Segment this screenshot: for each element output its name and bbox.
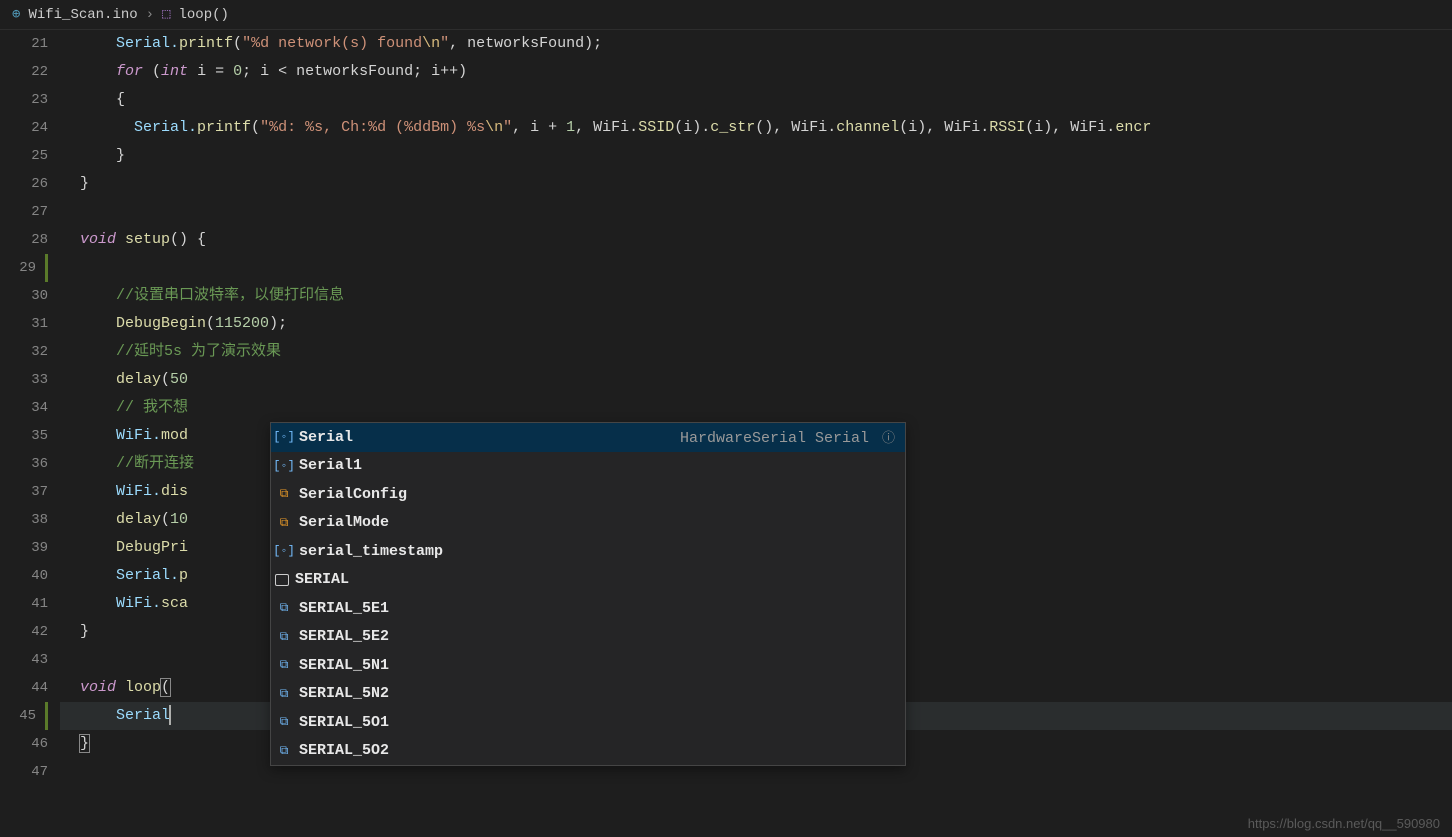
text-cursor bbox=[169, 705, 171, 725]
breadcrumb[interactable]: ⊕ Wifi_Scan.ino › ⬚ loop() bbox=[0, 0, 1452, 30]
suggest-label: SERIAL_5N2 bbox=[299, 685, 389, 702]
suggest-detail: HardwareSerial Serial ⓘ bbox=[680, 427, 901, 447]
line-number-gutter: 2122232425262728293031323334353637383940… bbox=[0, 30, 60, 786]
line-number: 35 bbox=[0, 422, 48, 450]
line-number: 39 bbox=[0, 534, 48, 562]
suggest-label: SERIAL_5O2 bbox=[299, 742, 389, 759]
line-number: 24 bbox=[0, 114, 48, 142]
breadcrumb-symbol[interactable]: loop() bbox=[179, 7, 229, 23]
line-number: 42 bbox=[0, 618, 48, 646]
line-number: 29 bbox=[0, 254, 48, 282]
line-number: 27 bbox=[0, 198, 48, 226]
suggest-item[interactable]: ⧉ SERIAL_5O2 bbox=[271, 737, 905, 766]
constant-icon: ⧉ bbox=[275, 713, 293, 731]
line-number: 44 bbox=[0, 674, 48, 702]
line-number: 46 bbox=[0, 730, 48, 758]
breadcrumb-file[interactable]: Wifi_Scan.ino bbox=[28, 7, 137, 23]
line-number: 34 bbox=[0, 394, 48, 422]
line-number: 25 bbox=[0, 142, 48, 170]
chevron-right-icon: › bbox=[146, 7, 154, 23]
suggest-label: Serial bbox=[299, 429, 353, 446]
suggest-label: SERIAL_5E2 bbox=[299, 628, 389, 645]
constant-icon: ⧉ bbox=[275, 599, 293, 617]
symbol-method-icon: ⬚ bbox=[162, 6, 170, 23]
suggest-item[interactable]: [◦] Serial HardwareSerial Serial ⓘ bbox=[271, 423, 905, 452]
line-number: 21 bbox=[0, 30, 48, 58]
suggest-item[interactable]: [◦] Serial1 bbox=[271, 452, 905, 481]
suggest-item[interactable]: ⧉ SERIAL_5E1 bbox=[271, 594, 905, 623]
line-number: 40 bbox=[0, 562, 48, 590]
constant-icon: ⧉ bbox=[275, 656, 293, 674]
line-number: 43 bbox=[0, 646, 48, 674]
enum-icon: ⧉ bbox=[275, 485, 293, 503]
suggest-item[interactable]: ⧉ SerialConfig bbox=[271, 480, 905, 509]
info-icon[interactable]: ⓘ bbox=[882, 431, 895, 446]
line-number: 41 bbox=[0, 590, 48, 618]
line-number: 22 bbox=[0, 58, 48, 86]
line-number: 37 bbox=[0, 478, 48, 506]
code-editor[interactable]: 2122232425262728293031323334353637383940… bbox=[0, 30, 1452, 786]
suggest-item[interactable]: SERIAL bbox=[271, 566, 905, 595]
suggest-item[interactable]: ⧉ SERIAL_5O1 bbox=[271, 708, 905, 737]
variable-icon: [◦] bbox=[275, 457, 293, 475]
constant-icon: ⧉ bbox=[275, 742, 293, 760]
line-number: 33 bbox=[0, 366, 48, 394]
suggest-item[interactable]: ⧉ SERIAL_5E2 bbox=[271, 623, 905, 652]
suggest-label: SERIAL bbox=[295, 571, 349, 588]
watermark-text: https://blog.csdn.net/qq__590980 bbox=[1248, 816, 1440, 831]
suggest-item[interactable]: ⧉ SerialMode bbox=[271, 509, 905, 538]
line-number: 47 bbox=[0, 758, 48, 786]
suggest-item[interactable]: ⧉ SERIAL_5N2 bbox=[271, 680, 905, 709]
line-number: 38 bbox=[0, 506, 48, 534]
autocomplete-popup[interactable]: [◦] Serial HardwareSerial Serial ⓘ [◦] Seria… bbox=[270, 422, 906, 766]
line-number: 31 bbox=[0, 310, 48, 338]
variable-icon: [◦] bbox=[275, 428, 293, 446]
code-content[interactable]: Serial.printf("%d network(s) found\n", n… bbox=[60, 30, 1452, 786]
suggest-label: SERIAL_5O1 bbox=[299, 714, 389, 731]
cpp-file-icon: ⊕ bbox=[12, 6, 20, 23]
variable-icon: [◦] bbox=[275, 542, 293, 560]
constant-icon: ⧉ bbox=[275, 685, 293, 703]
constant-icon: ⧉ bbox=[275, 628, 293, 646]
line-number: 36 bbox=[0, 450, 48, 478]
line-number: 28 bbox=[0, 226, 48, 254]
suggest-label: Serial1 bbox=[299, 457, 362, 474]
suggest-label: SerialConfig bbox=[299, 486, 407, 503]
suggest-label: serial_timestamp bbox=[299, 543, 443, 560]
suggest-item[interactable]: ⧉ SERIAL_5N1 bbox=[271, 651, 905, 680]
enum-icon: ⧉ bbox=[275, 514, 293, 532]
keyword-icon bbox=[275, 574, 289, 586]
line-number: 32 bbox=[0, 338, 48, 366]
suggest-label: SerialMode bbox=[299, 514, 389, 531]
line-number: 26 bbox=[0, 170, 48, 198]
line-number: 30 bbox=[0, 282, 48, 310]
line-number: 23 bbox=[0, 86, 48, 114]
suggest-label: SERIAL_5N1 bbox=[299, 657, 389, 674]
line-number: 45 bbox=[0, 702, 48, 730]
suggest-label: SERIAL_5E1 bbox=[299, 600, 389, 617]
suggest-item[interactable]: [◦] serial_timestamp bbox=[271, 537, 905, 566]
